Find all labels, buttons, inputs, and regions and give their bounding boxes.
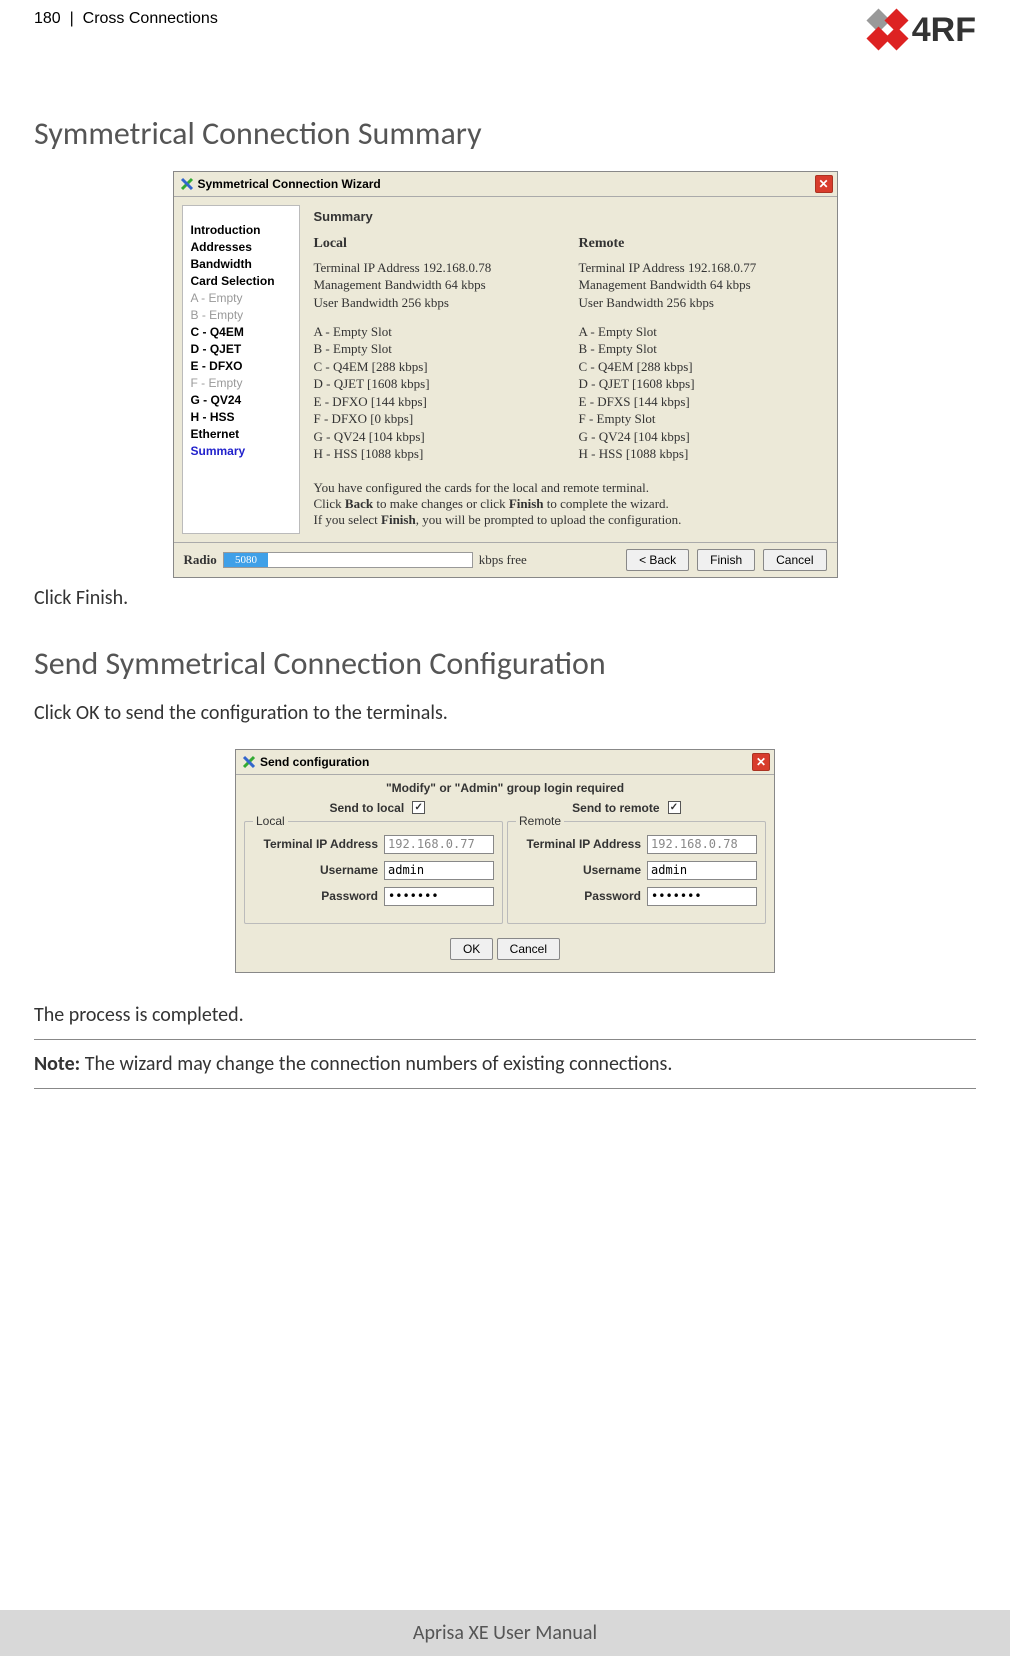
window-title: Symmetrical Connection Wizard: [198, 177, 381, 191]
slot-row: A - Empty Slot: [314, 324, 549, 340]
slot-row: A - Empty Slot: [579, 324, 814, 340]
divider: [34, 1088, 976, 1089]
sidebar-item[interactable]: Addresses: [191, 240, 291, 254]
slot-row: E - DFXO [144 kbps]: [314, 394, 549, 410]
login-required-label: "Modify" or "Admin" group login required: [236, 775, 774, 799]
send-local-label: Send to local: [329, 801, 404, 815]
wizard-footer: Radio 5080 kbps free < Back Finish Cance…: [174, 542, 837, 577]
logo-icon: [864, 10, 908, 50]
slot-row: G - QV24 [104 kbps]: [579, 429, 814, 445]
slot-row: D - QJET [1608 kbps]: [579, 376, 814, 392]
local-column: Local Terminal IP Address 192.168.0.78 M…: [314, 234, 549, 464]
send-config-window: Send configuration ✕ "Modify" or "Admin"…: [235, 749, 775, 973]
remote-column: Remote Terminal IP Address 192.168.0.77 …: [579, 234, 814, 464]
sidebar-item[interactable]: D - QJET: [191, 342, 291, 356]
local-password-field[interactable]: [384, 887, 494, 906]
bandwidth-bar: 5080: [223, 552, 473, 568]
page-number: 180: [34, 10, 61, 27]
sidebar-item[interactable]: F - Empty: [191, 376, 291, 390]
slot-row: G - QV24 [104 kbps]: [314, 429, 549, 445]
instruction-text: Click Finish.: [34, 586, 976, 610]
window-title: Send configuration: [260, 755, 369, 769]
sidebar-item[interactable]: Introduction: [191, 223, 291, 237]
send-remote-checkbox[interactable]: ✓: [668, 801, 681, 814]
section-heading: Send Symmetrical Connection Configuratio…: [34, 644, 976, 683]
divider: [34, 1039, 976, 1040]
instruction-text: Click OK to send the configuration to th…: [34, 701, 976, 725]
slot-row: E - DFXS [144 kbps]: [579, 394, 814, 410]
sidebar-item[interactable]: H - HSS: [191, 410, 291, 424]
completed-text: The process is completed.: [34, 1003, 976, 1027]
titlebar: Send configuration ✕: [236, 750, 774, 775]
sidebar-item[interactable]: E - DFXO: [191, 359, 291, 373]
close-icon[interactable]: ✕: [752, 753, 770, 771]
remote-ip-field[interactable]: [647, 835, 757, 854]
remote-pane: Remote Terminal IP Address Username Pass…: [507, 821, 766, 924]
slot-row: D - QJET [1608 kbps]: [314, 376, 549, 392]
back-button[interactable]: < Back: [626, 549, 689, 571]
sidebar-item[interactable]: Summary: [191, 444, 291, 458]
sidebar-item[interactable]: C - Q4EM: [191, 325, 291, 339]
app-icon: [180, 177, 194, 191]
brand-logo: 4RF: [864, 10, 976, 50]
page-footer: Aprisa XE User Manual: [0, 1610, 1010, 1656]
sidebar-item[interactable]: G - QV24: [191, 393, 291, 407]
local-username-field[interactable]: [384, 861, 494, 880]
section-heading: Symmetrical Connection Summary: [34, 114, 976, 153]
sidebar-item[interactable]: Ethernet: [191, 427, 291, 441]
slot-row: B - Empty Slot: [314, 341, 549, 357]
radio-label: Radio: [184, 552, 217, 568]
slot-row: H - HSS [1088 kbps]: [314, 446, 549, 462]
cancel-button[interactable]: Cancel: [763, 549, 826, 571]
slot-row: C - Q4EM [288 kbps]: [314, 359, 549, 375]
slot-row: F - Empty Slot: [579, 411, 814, 427]
remote-password-field[interactable]: [647, 887, 757, 906]
sidebar-item[interactable]: A - Empty: [191, 291, 291, 305]
slot-row: H - HSS [1088 kbps]: [579, 446, 814, 462]
wizard-sidebar: Introduction Addresses Bandwidth Card Selec…: [182, 205, 300, 534]
sidebar-item[interactable]: B - Empty: [191, 308, 291, 322]
close-icon[interactable]: ✕: [815, 175, 833, 193]
sidebar-item[interactable]: Card Selection: [191, 274, 291, 288]
chapter-title: Cross Connections: [83, 10, 218, 27]
send-remote-label: Send to remote: [572, 801, 659, 815]
page-header: 180 | Cross Connections 4RF: [34, 10, 976, 50]
cancel-button[interactable]: Cancel: [497, 938, 560, 960]
slot-row: C - Q4EM [288 kbps]: [579, 359, 814, 375]
slot-row: F - DFXO [0 kbps]: [314, 411, 549, 427]
titlebar: Symmetrical Connection Wizard ✕: [174, 172, 837, 197]
ok-button[interactable]: OK: [450, 938, 493, 960]
local-pane: Local Terminal IP Address Username Passw…: [244, 821, 503, 924]
send-local-checkbox[interactable]: ✓: [412, 801, 425, 814]
note-text: Note: The wizard may change the connecti…: [34, 1052, 976, 1076]
app-icon: [242, 755, 256, 769]
sidebar-item[interactable]: Bandwidth: [191, 257, 291, 271]
wizard-window: Symmetrical Connection Wizard ✕ Introduc…: [173, 171, 838, 578]
local-ip-field[interactable]: [384, 835, 494, 854]
summary-heading: Summary: [314, 209, 827, 224]
wizard-instructions: You have configured the cards for the lo…: [314, 480, 821, 528]
slot-row: B - Empty Slot: [579, 341, 814, 357]
finish-button[interactable]: Finish: [697, 549, 755, 571]
remote-username-field[interactable]: [647, 861, 757, 880]
